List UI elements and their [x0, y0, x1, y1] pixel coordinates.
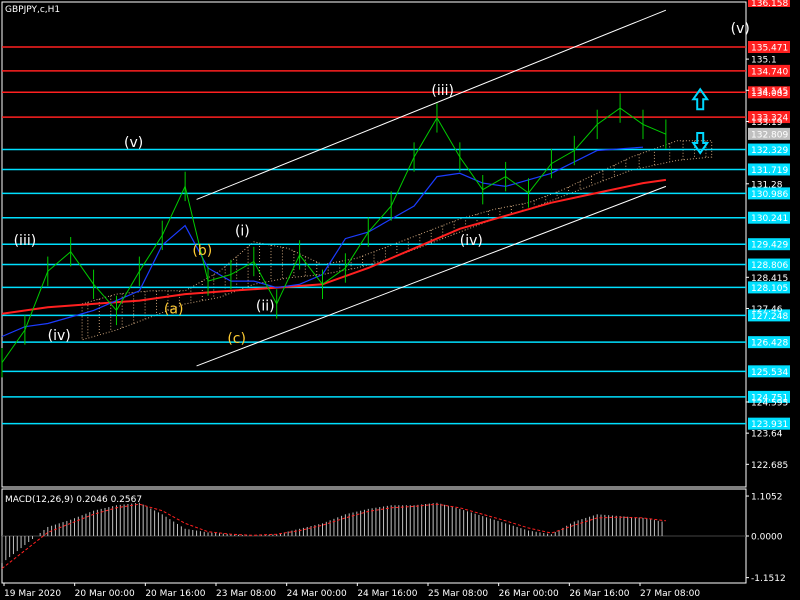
time-tick-label: 24 Mar 00:00	[287, 589, 347, 599]
level-label: 130.986	[751, 190, 788, 200]
current-price-label: 132.809	[751, 130, 788, 140]
wave-label: (a)	[164, 302, 184, 318]
time-tick-label: 26 Mar 00:00	[499, 589, 559, 599]
wave-label: (iii)	[14, 233, 37, 249]
level-label: 128.105	[751, 284, 788, 294]
wave-label: (v)	[124, 135, 143, 151]
price-tick-label: 124.595	[751, 398, 788, 408]
wave-label: (b)	[192, 243, 212, 259]
time-tick-label: 24 Mar 16:00	[357, 589, 417, 599]
level-label: 128.806	[751, 261, 788, 271]
time-tick-label: 19 Mar 2020	[4, 589, 61, 599]
time-tick-label: 25 Mar 08:00	[428, 589, 488, 599]
level-label: 123.931	[751, 420, 788, 430]
macd-title: MACD(12,26,9) 0.2046 0.2567	[5, 495, 142, 505]
price-tick-label: 122.685	[751, 461, 788, 471]
price-tick-label: 135.1	[751, 56, 777, 66]
time-tick-label: 23 Mar 08:00	[216, 589, 276, 599]
time-tick-label: 27 Mar 08:00	[640, 589, 700, 599]
level-label: 131.719	[751, 166, 788, 176]
wave-label: (c)	[227, 331, 246, 347]
time-tick-label: 20 Mar 16:00	[145, 589, 205, 599]
time-tick-label: 26 Mar 16:00	[569, 589, 629, 599]
price-tick-label: 133.19	[751, 118, 783, 128]
macd-tick-label: 0.0000	[751, 533, 783, 543]
level-label: 130.241	[751, 214, 788, 224]
level-label: 134.740	[751, 67, 788, 77]
price-tick-label: 127.46	[751, 305, 783, 315]
price-tick-label: 123.64	[751, 430, 783, 440]
wave-label: (ii)	[256, 298, 275, 314]
level-label: 135.471	[751, 44, 788, 54]
macd-tick-label: -1.1512	[751, 574, 786, 584]
price-tick-label: 131.28	[751, 180, 783, 190]
time-tick-label: 20 Mar 00:00	[75, 589, 135, 599]
price-tick-label: 134.145	[751, 87, 788, 97]
level-label: 125.534	[751, 368, 788, 378]
wave-label: (iv)	[48, 328, 71, 344]
wave-label: (iii)	[431, 83, 454, 99]
price-tick-label: 128.415	[751, 274, 788, 284]
top-edge-label: 136.158	[751, 0, 788, 9]
wave-label: (iv)	[460, 233, 483, 249]
wave-label: (v)	[731, 21, 750, 37]
level-label: 132.329	[751, 146, 788, 156]
price-chart[interactable]: (iii) (iv) (v) (a) (b) (c) (i) (ii) (iii) (iv) (v)…	[0, 0, 800, 600]
wave-label: (i)	[235, 223, 250, 239]
level-label: 129.429	[751, 241, 788, 251]
symbol-title: GBPJPY,c,H1	[5, 5, 60, 15]
level-label: 126.428	[751, 339, 788, 349]
macd-tick-label: 1.1052	[751, 493, 783, 503]
